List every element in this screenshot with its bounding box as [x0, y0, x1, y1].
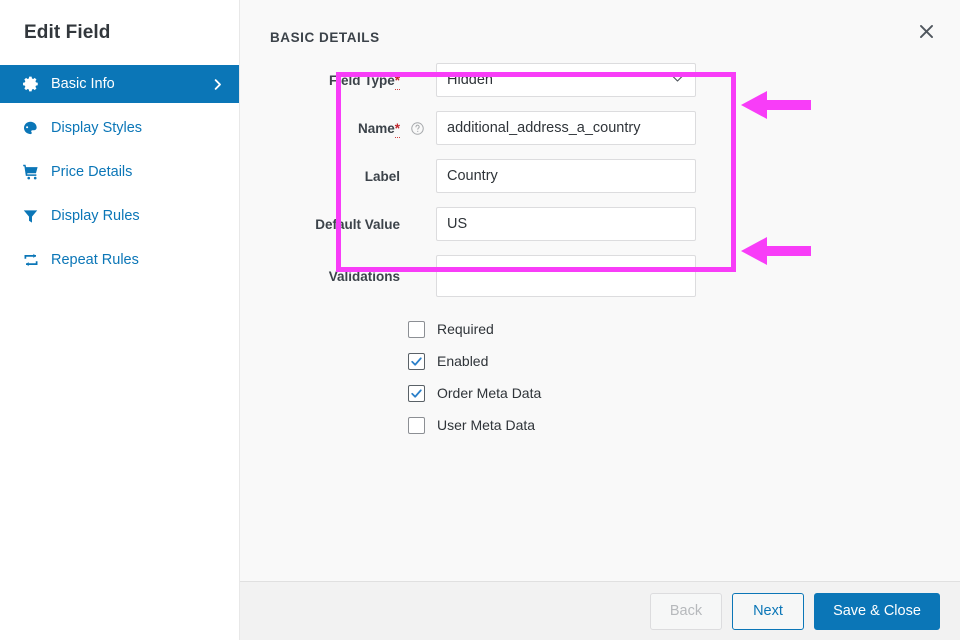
- validations-label: Validations: [270, 269, 400, 284]
- label-wrap: Country: [436, 159, 696, 193]
- checkbox-box[interactable]: [408, 385, 425, 402]
- field-type-label: Field Type*: [270, 73, 400, 88]
- page-title: Edit Field: [0, 0, 239, 44]
- sidebar-nav: Basic Info Display Styles: [0, 65, 239, 279]
- sidebar-item-repeat-rules[interactable]: Repeat Rules: [0, 241, 239, 279]
- field-type-wrap: Hidden: [436, 63, 696, 97]
- default-value-label: Default Value: [270, 217, 400, 232]
- close-icon[interactable]: [910, 15, 942, 47]
- checkbox-group: Required Enabled: [240, 313, 960, 441]
- gear-icon: [22, 74, 44, 94]
- repeat-icon: [22, 250, 44, 270]
- sidebar-item-display-rules[interactable]: Display Rules: [0, 197, 239, 235]
- form-row-label: Label Country: [240, 159, 960, 193]
- label-label: Label: [270, 169, 400, 184]
- sidebar-item-label: Basic Info: [51, 77, 115, 92]
- chevron-down-icon: [670, 71, 685, 90]
- required-marker: *: [395, 73, 400, 90]
- sidebar-item-price-details[interactable]: Price Details: [0, 153, 239, 191]
- form-row-name: Name* additional_address_a_country: [240, 111, 960, 145]
- field-label-text: Name: [358, 121, 395, 136]
- sidebar-item-label: Display Styles: [51, 121, 142, 136]
- checkbox-box[interactable]: [408, 353, 425, 370]
- check-icon: [410, 355, 423, 368]
- label-input[interactable]: Country: [436, 159, 696, 193]
- footer-bar: Back Next Save & Close: [240, 581, 960, 640]
- checkbox-label: Required: [437, 321, 494, 337]
- sidebar-item-label: Repeat Rules: [51, 253, 139, 268]
- form-row-validations: Validations: [240, 255, 960, 297]
- field-label-text: Field Type: [329, 73, 395, 88]
- required-marker: *: [395, 121, 400, 138]
- basic-details-form: Field Type* Hidden Name*: [240, 45, 960, 441]
- validations-wrap: [436, 255, 696, 297]
- save-and-close-button[interactable]: Save & Close: [814, 593, 940, 630]
- form-row-default-value: Default Value US: [240, 207, 960, 241]
- palette-icon: [22, 118, 44, 138]
- default-value-wrap: US: [436, 207, 696, 241]
- content-panel: BASIC DETAILS Field Type* Hidden: [240, 0, 960, 640]
- validations-input[interactable]: [436, 255, 696, 297]
- field-type-value: Hidden: [447, 72, 493, 88]
- section-title: BASIC DETAILS: [240, 0, 960, 45]
- sidebar-item-label: Price Details: [51, 165, 132, 180]
- checkbox-required[interactable]: Required: [408, 313, 960, 345]
- checkbox-enabled[interactable]: Enabled: [408, 345, 960, 377]
- label-value: Country: [447, 168, 498, 184]
- sidebar-item-label: Display Rules: [51, 209, 140, 224]
- name-label: Name*: [270, 121, 400, 136]
- default-value-input[interactable]: US: [436, 207, 696, 241]
- sidebar: Edit Field Basic Info: [0, 0, 240, 640]
- checkbox-label: Enabled: [437, 353, 488, 369]
- name-input[interactable]: additional_address_a_country: [436, 111, 696, 145]
- funnel-icon: [22, 206, 44, 226]
- field-type-select[interactable]: Hidden: [436, 63, 696, 97]
- checkbox-user-meta-data[interactable]: User Meta Data: [408, 409, 960, 441]
- checkbox-box[interactable]: [408, 321, 425, 338]
- name-value: additional_address_a_country: [447, 120, 640, 136]
- checkbox-box[interactable]: [408, 417, 425, 434]
- help-icon[interactable]: [406, 121, 428, 136]
- sidebar-item-basic-info[interactable]: Basic Info: [0, 65, 239, 103]
- sidebar-item-display-styles[interactable]: Display Styles: [0, 109, 239, 147]
- next-button[interactable]: Next: [732, 593, 804, 630]
- name-wrap: additional_address_a_country: [436, 111, 696, 145]
- default-value-value: US: [447, 216, 467, 232]
- cart-icon: [22, 162, 44, 182]
- checkbox-order-meta-data[interactable]: Order Meta Data: [408, 377, 960, 409]
- check-icon: [410, 387, 423, 400]
- form-row-field-type: Field Type* Hidden: [240, 63, 960, 97]
- checkbox-label: User Meta Data: [437, 417, 535, 433]
- edit-field-modal: Edit Field Basic Info: [0, 0, 960, 640]
- checkbox-label: Order Meta Data: [437, 385, 541, 401]
- back-button[interactable]: Back: [650, 593, 722, 630]
- chevron-right-icon: [210, 77, 225, 92]
